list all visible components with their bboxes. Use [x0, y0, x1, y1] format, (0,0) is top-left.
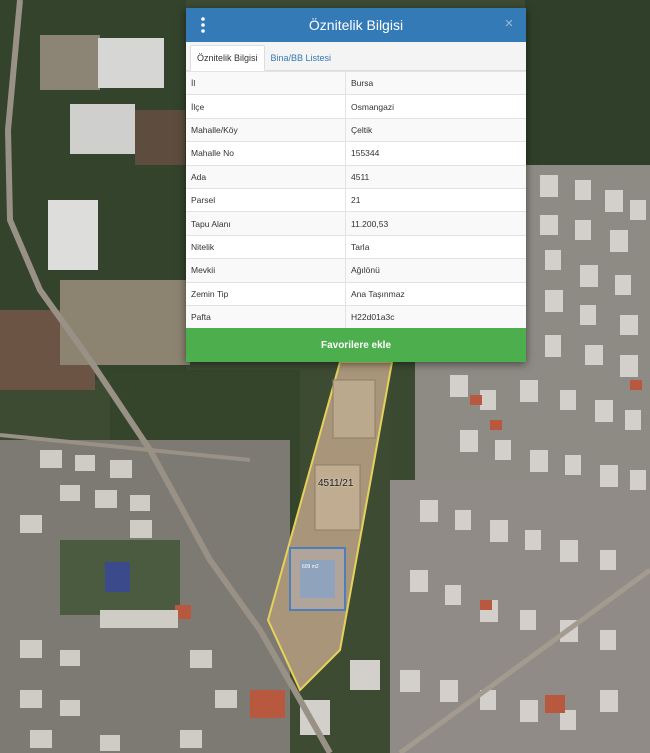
- table-row: Parsel 21: [186, 187, 526, 212]
- attribute-table: İl Bursa İlçe Osmangazi Mahalle/Köy Çelt…: [186, 70, 526, 329]
- table-row: Mahalle/Köy Çeltik: [186, 117, 526, 142]
- panel-header: Öznitelik Bilgisi ×: [186, 8, 526, 42]
- attribute-value: Osmangazi: [345, 94, 526, 119]
- close-icon[interactable]: ×: [500, 15, 518, 33]
- attribute-key: İlçe: [186, 94, 346, 119]
- attribute-key: Mevkii: [186, 258, 346, 283]
- attribute-value: 155344: [345, 141, 526, 166]
- table-row: Mevkii Ağılönü: [186, 258, 526, 283]
- tab-building-list[interactable]: Bina/BB Listesi: [265, 46, 338, 70]
- attribute-value: 21: [345, 187, 526, 212]
- table-row: Zemin Tip Ana Taşınmaz: [186, 281, 526, 306]
- attribute-key: Parsel: [186, 187, 346, 212]
- attribute-value: Bursa: [345, 70, 526, 95]
- attribute-key: Mahalle No: [186, 141, 346, 166]
- table-row: Nitelik Tarla: [186, 234, 526, 259]
- panel-title: Öznitelik Bilgisi: [308, 17, 404, 33]
- table-row: Ada 4511: [186, 164, 526, 189]
- building-area-label: 609 m2: [302, 564, 319, 570]
- attribute-key: Mahalle/Köy: [186, 117, 346, 142]
- attribute-value: H22d01a3c: [345, 304, 526, 329]
- attribute-value: Ağılönü: [345, 258, 526, 283]
- attribute-value: 11.200,53: [345, 211, 526, 236]
- attribute-info-panel: Öznitelik Bilgisi × Öznitelik Bilgisi Bi…: [186, 8, 526, 363]
- attribute-key: Ada: [186, 164, 346, 189]
- attribute-key: İl: [186, 70, 346, 95]
- tab-bar: Öznitelik Bilgisi Bina/BB Listesi: [186, 42, 526, 71]
- table-row: İlçe Osmangazi: [186, 94, 526, 119]
- attribute-value: Tarla: [345, 234, 526, 259]
- vertical-dots-icon[interactable]: [196, 16, 210, 34]
- parcel-number-label: 4511/21: [318, 478, 354, 489]
- table-row: İl Bursa: [186, 70, 526, 95]
- table-row: Pafta H22d01a3c: [186, 304, 526, 329]
- attribute-key: Nitelik: [186, 234, 346, 259]
- attribute-value: Ana Taşınmaz: [345, 281, 526, 306]
- tab-attribute-info[interactable]: Öznitelik Bilgisi: [190, 45, 265, 71]
- table-row: Mahalle No 155344: [186, 141, 526, 166]
- attribute-key: Tapu Alanı: [186, 211, 346, 236]
- attribute-value: 4511: [345, 164, 526, 189]
- table-row: Tapu Alanı 11.200,53: [186, 211, 526, 236]
- attribute-key: Pafta: [186, 304, 346, 329]
- attribute-value: Çeltik: [345, 117, 526, 142]
- attribute-key: Zemin Tip: [186, 281, 346, 306]
- add-to-favorites-button[interactable]: Favorilere ekle: [186, 328, 526, 363]
